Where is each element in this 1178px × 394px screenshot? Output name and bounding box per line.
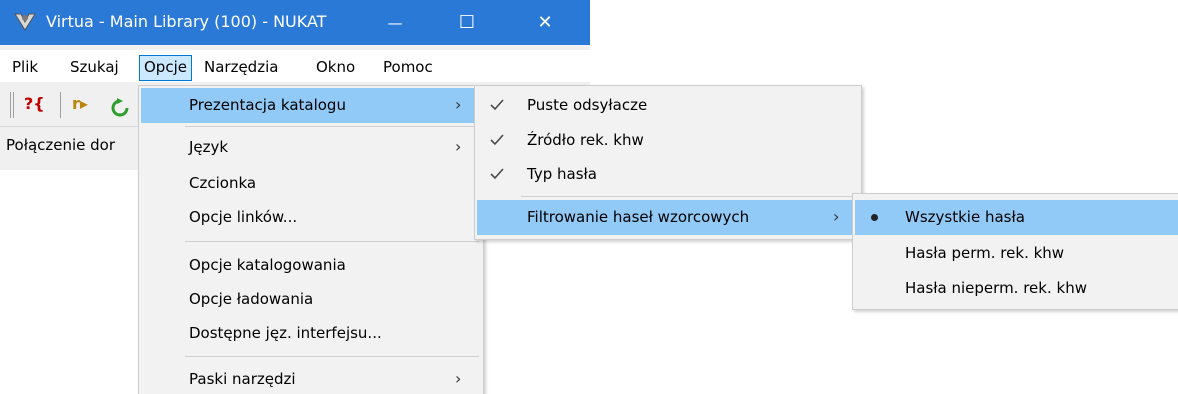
- menu-item-label: Prezentacja katalogu: [189, 96, 346, 114]
- menu-item-label: Filtrowanie haseł wzorcowych: [527, 208, 750, 226]
- menu-item-label: Wszystkie hasła: [905, 208, 1025, 226]
- toolbar-separator: [60, 92, 61, 118]
- menu-item-puste-odsylacze[interactable]: Puste odsyłacze: [477, 88, 859, 123]
- submenu-arrow-icon: ›: [833, 207, 840, 226]
- menu-item-label: Hasła perm. rek. khw: [905, 244, 1065, 262]
- menu-szukaj[interactable]: Szukaj: [66, 55, 123, 81]
- menu-opcje[interactable]: Opcje: [139, 55, 192, 81]
- connection-status: Połączenie dor: [6, 136, 116, 154]
- menu-bar: Plik Szukaj Opcje Narzędzia Okno Pomoc: [0, 50, 590, 82]
- menu-item-opcje-katalogowania[interactable]: Opcje katalogowania: [141, 248, 481, 283]
- menu-item-wszystkie-hasla[interactable]: Wszystkie hasła: [855, 200, 1178, 235]
- radio-bullet-icon: [871, 214, 878, 221]
- menu-item-dostepne-jezyki[interactable]: Dostępne jęz. interfejsu...: [141, 316, 481, 351]
- close-icon: ✕: [537, 12, 553, 33]
- check-icon: [490, 99, 504, 111]
- close-button[interactable]: ✕: [510, 0, 580, 45]
- help-context-icon[interactable]: ?{: [24, 90, 45, 118]
- menu-item-label: Dostępne jęz. interfejsu...: [189, 324, 382, 342]
- menu-item-filtrowanie-hasel[interactable]: Filtrowanie haseł wzorcowych ›: [477, 200, 859, 235]
- menu-item-label: Puste odsyłacze: [527, 96, 648, 114]
- menu-item-label: Typ hasła: [527, 165, 597, 183]
- menu-item-label: Język: [189, 138, 229, 156]
- refresh-icon[interactable]: [110, 94, 130, 122]
- menu-item-opcje-linkow[interactable]: Opcje linków...: [141, 200, 481, 235]
- menu-item-zrodlo-rek-khw[interactable]: Źródło rek. khw: [477, 123, 859, 158]
- menu-pomoc[interactable]: Pomoc: [379, 55, 437, 81]
- menu-separator: [185, 356, 479, 357]
- submenu-arrow-icon: ›: [455, 137, 462, 156]
- menu-item-paski-narzedzi[interactable]: Paski narzędzi ›: [141, 362, 481, 394]
- menu-item-typ-hasla[interactable]: Typ hasła: [477, 157, 859, 192]
- menu-item-jezyk[interactable]: Język ›: [141, 130, 481, 165]
- menu-narzedzia[interactable]: Narzędzia: [200, 55, 282, 81]
- menu-item-czcionka[interactable]: Czcionka: [141, 166, 481, 201]
- menu-okno[interactable]: Okno: [312, 55, 359, 81]
- minimize-button[interactable]: —: [364, 0, 426, 45]
- filtrowanie-hasel-menu: Wszystkie hasła Hasła perm. rek. khw Has…: [852, 193, 1178, 310]
- menu-item-prezentacja-katalogu[interactable]: Prezentacja katalogu ›: [141, 88, 481, 123]
- submenu-arrow-icon: ›: [455, 369, 462, 388]
- minimize-icon: —: [387, 13, 403, 32]
- menu-item-hasla-perm[interactable]: Hasła perm. rek. khw: [855, 236, 1178, 271]
- maximize-button[interactable]: ☐: [436, 0, 498, 45]
- menu-item-label: Źródło rek. khw: [527, 131, 644, 149]
- menu-separator: [185, 126, 479, 127]
- window-title: Virtua - Main Library (100) - NUKAT: [46, 12, 327, 31]
- check-icon: [490, 168, 504, 180]
- toolbar-grip[interactable]: [10, 92, 14, 118]
- menu-separator: [185, 241, 479, 242]
- maximize-icon: ☐: [458, 12, 476, 33]
- submenu-arrow-icon: ›: [455, 95, 462, 114]
- check-icon: [490, 134, 504, 146]
- menu-item-label: Opcje ładowania: [189, 290, 314, 308]
- menu-plik[interactable]: Plik: [8, 55, 42, 81]
- title-bar[interactable]: Virtua - Main Library (100) - NUKAT — ☐ …: [0, 0, 590, 45]
- menu-item-label: Opcje katalogowania: [189, 256, 346, 274]
- menu-item-label: Hasła nieperm. rek. khw: [905, 279, 1087, 297]
- menu-item-label: Paski narzędzi: [189, 370, 296, 388]
- connect-icon[interactable]: r▸: [72, 90, 88, 118]
- menu-item-label: Opcje linków...: [189, 208, 298, 226]
- menu-item-opcje-ladowania[interactable]: Opcje ładowania: [141, 282, 481, 317]
- prezentacja-katalogu-menu: Puste odsyłacze Źródło rek. khw Typ hasł…: [474, 85, 862, 240]
- opcje-menu: Prezentacja katalogu › Język › Czcionka …: [138, 85, 484, 394]
- menu-item-hasla-nieperm[interactable]: Hasła nieperm. rek. khw: [855, 271, 1178, 306]
- menu-item-label: Czcionka: [189, 174, 257, 192]
- menu-separator: [521, 196, 857, 197]
- virtua-app-icon: [14, 13, 36, 31]
